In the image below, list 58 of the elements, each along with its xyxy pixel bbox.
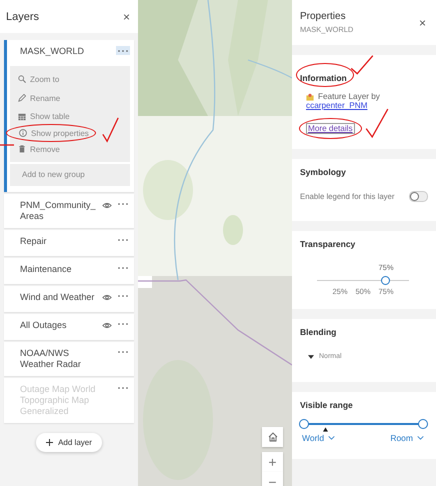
chevron-down-icon [417,436,424,440]
panel-title: Properties [300,11,347,22]
trash-icon [18,145,26,154]
check-mark-annotation [365,108,389,139]
home-icon [268,432,278,442]
layer-name: Repair [20,236,48,247]
layer-item[interactable]: Maintenance [4,258,134,284]
line-annotation [0,143,14,147]
magnifier-icon [18,75,26,84]
section-title: Symbology [300,167,347,177]
close-button[interactable]: × [418,16,426,30]
options-button[interactable] [116,46,130,55]
layer-name: Wind and Weather [20,292,96,303]
layer-name: MASK_WORLD [20,46,86,57]
layer-name: PNM_Community_Areas [20,200,97,222]
section-title: Transparency [300,239,356,249]
info-icon [19,129,27,138]
more-icon [118,351,128,354]
layer-name: All Outages [20,320,68,331]
more-icon [118,323,128,326]
chevron-down-icon [328,436,336,440]
caret-icon [308,354,314,358]
add-layer-button[interactable]: Add layer [36,432,102,452]
pencil-icon [18,94,26,102]
layer-item[interactable]: All Outages [4,314,134,340]
zoom-in-button[interactable]: + [262,452,283,472]
source-text: Feature Layer by [318,92,380,101]
section-title: Information [300,73,347,83]
min-scale-button[interactable]: World [302,433,336,443]
more-icon [118,267,128,270]
more-icon [118,203,128,206]
zoom-out-button[interactable]: − [262,472,283,486]
table-icon [18,112,26,121]
layer-item[interactable]: Wind and Weather [4,286,134,312]
owner-link[interactable]: ccarpenter_PNM [300,101,368,110]
layer-item[interactable]: Repair [4,230,134,256]
slider-thumb[interactable] [381,276,390,285]
layer-item[interactable]: NOAA/NWS Weather Radar [4,342,134,376]
check-mark-annotation [102,117,119,143]
home-button[interactable] [262,427,283,447]
more-icon [118,239,128,242]
section-title: Blending [300,327,338,337]
legend-toggle[interactable] [409,191,428,202]
more-icon [118,387,128,390]
max-scale-button[interactable]: Room [390,433,424,443]
feature-layer-icon [306,92,314,100]
panel-title: Layers [6,10,40,22]
range-thumb[interactable] [418,419,428,429]
range-thumb[interactable] [299,419,309,429]
more-details-link[interactable]: More details [306,123,355,134]
section-title: Visible range [300,400,354,410]
layer-item[interactable]: MASK_WORLD Zoom to Rename Show table Show properties Remove Add to new group [4,40,134,192]
layer-item[interactable]: PNM_Community_Areas [4,194,134,228]
more-icon [118,295,128,298]
plus-icon [46,438,54,446]
layer-name: NOAA/NWS Weather Radar [20,348,82,370]
layer-name: Maintenance [20,264,73,275]
close-button[interactable]: × [122,10,130,24]
